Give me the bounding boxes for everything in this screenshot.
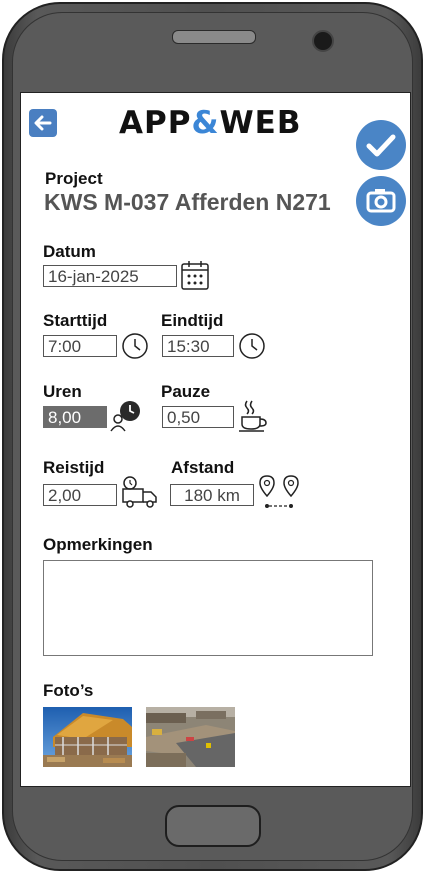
datum-field[interactable]: 16-jan-2025 (43, 265, 177, 287)
person-clock-icon (110, 401, 140, 432)
camera-icon (366, 189, 396, 213)
opmerkingen-textarea[interactable] (43, 560, 373, 656)
pauze-label: Pauze (161, 382, 211, 401)
truck-clock-icon (122, 476, 157, 508)
reistijd-field[interactable]: 2,00 (43, 484, 117, 506)
afstand-label: Afstand (171, 458, 235, 477)
phone-front-camera (312, 30, 334, 52)
starttijd-label: Starttijd (43, 311, 108, 330)
afstand-field[interactable]: 180 km (170, 484, 254, 506)
starttijd-field[interactable]: 7:00 (43, 335, 117, 357)
clock-icon[interactable] (120, 331, 150, 361)
arrow-left-icon (34, 115, 52, 131)
uren-label: Uren (43, 382, 82, 401)
eindtijd-label: Eindtijd (161, 311, 224, 330)
route-pins-icon (259, 475, 299, 508)
eindtijd-field[interactable]: 15:30 (162, 335, 234, 357)
logo-part: WEB (219, 105, 302, 141)
checkmark-icon (366, 134, 396, 157)
logo-ampersand: & (191, 105, 220, 141)
pauze-field[interactable]: 0,50 (162, 406, 234, 428)
uren-field: 8,00 (43, 406, 107, 428)
phone-speaker (172, 30, 256, 44)
project-name: KWS M-037 Afferden N271 (44, 189, 331, 215)
road-construction-photo[interactable] (146, 707, 235, 767)
coffee-cup-icon (239, 400, 267, 432)
confirm-button[interactable] (356, 120, 406, 170)
clock-icon[interactable] (237, 331, 267, 361)
back-button[interactable] (29, 109, 57, 137)
phone-home-button[interactable] (165, 805, 261, 847)
app-logo: APP&WEB (119, 105, 301, 141)
house-construction-photo[interactable] (43, 707, 132, 767)
calendar-icon[interactable] (180, 259, 210, 291)
project-label: Project (45, 169, 103, 188)
opmerkingen-label: Opmerkingen (43, 535, 153, 554)
fotos-label: Foto’s (43, 681, 94, 700)
app-screen: APP&WEB Project KWS M-037 Afferden N271 … (20, 92, 411, 787)
datum-label: Datum (43, 242, 96, 261)
camera-button[interactable] (356, 176, 406, 226)
logo-part: APP (119, 105, 192, 141)
reistijd-label: Reistijd (43, 458, 105, 477)
